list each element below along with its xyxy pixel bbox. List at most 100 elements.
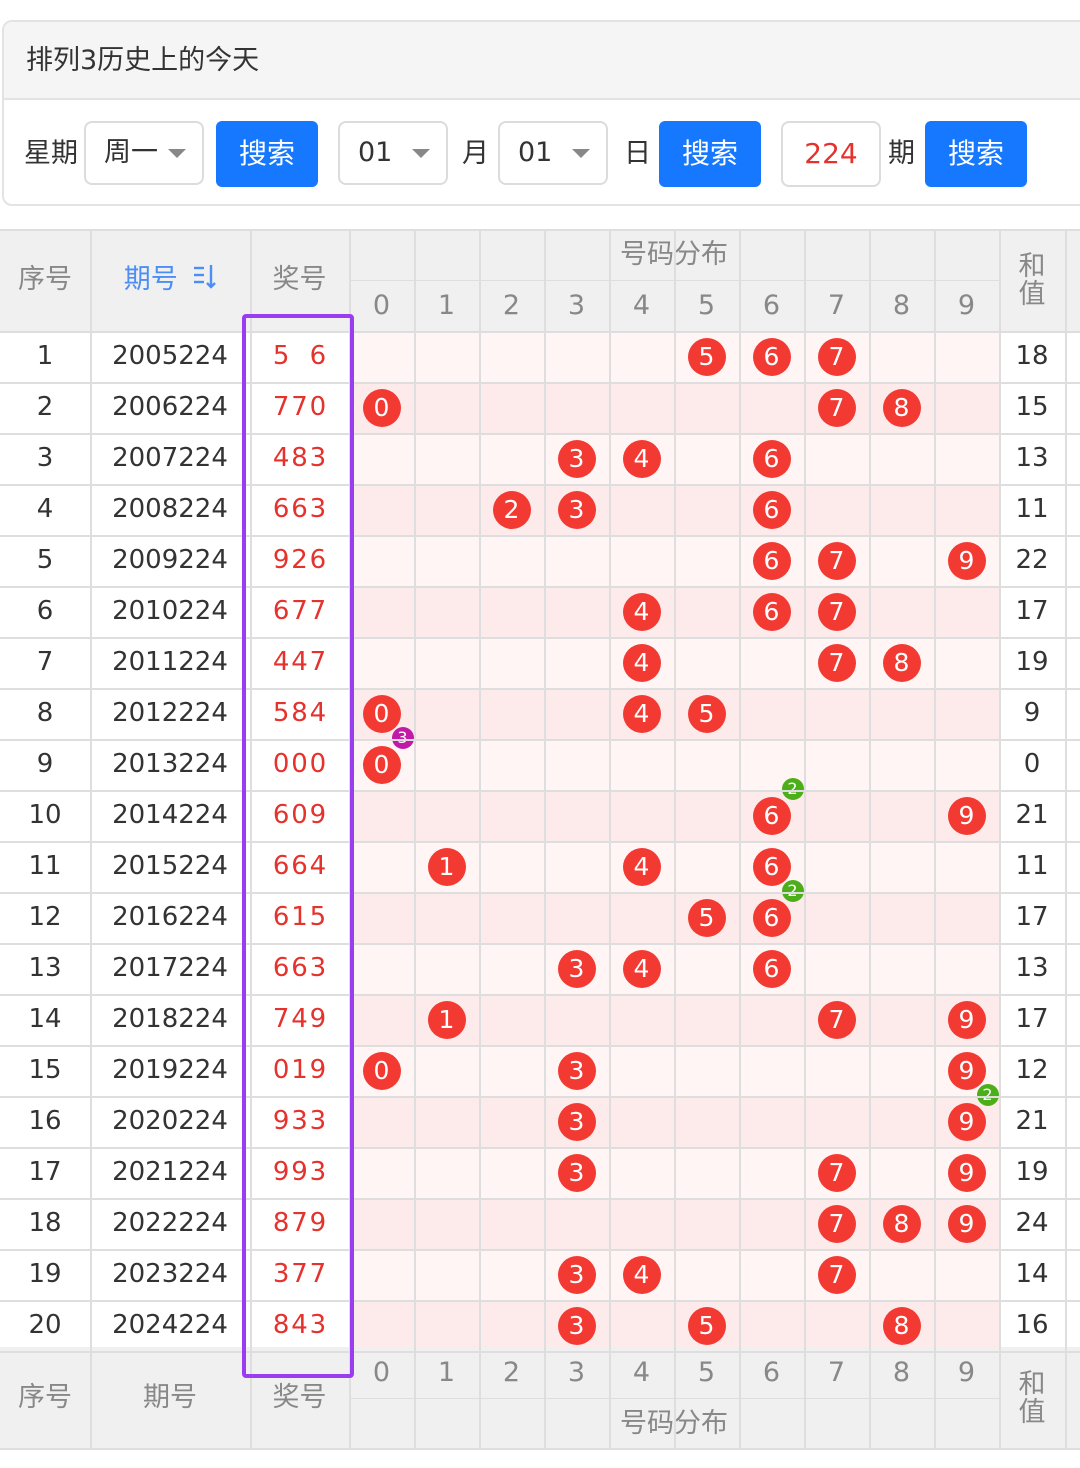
header-digit-9: 9 <box>934 280 999 331</box>
row-seq: 18 <box>28 1208 62 1238</box>
number-ball-7: 7 <box>817 388 856 427</box>
prize-column-highlight <box>242 314 354 1378</box>
header-digit-1: 1 <box>414 280 479 331</box>
table-row: 12 2016224 6 5 6 17 5 6 2 <box>0 880 1080 983</box>
row-seq: 3 <box>36 443 54 473</box>
row-seq: 5 <box>36 545 54 575</box>
column-divider <box>90 229 92 1449</box>
month-select[interactable]: 01 <box>338 121 448 185</box>
row-issue: 2021224 <box>112 1157 228 1187</box>
number-ball-6: 6 <box>752 949 791 988</box>
row-sum: 19 <box>1015 647 1049 677</box>
column-divider <box>739 229 741 1449</box>
row-divider <box>0 331 1080 333</box>
row-issue: 2022224 <box>112 1208 228 1238</box>
number-ball-7: 7 <box>817 1153 856 1192</box>
column-divider <box>934 229 936 1449</box>
number-ball-6: 6 <box>752 592 791 631</box>
header-issue-label: 期号 <box>123 264 178 295</box>
row-issue: 2009224 <box>112 545 228 575</box>
column-divider <box>609 229 611 1449</box>
header-digit-7: 7 <box>804 280 869 331</box>
repeat-count-badge: 3 <box>391 727 414 749</box>
row-seq: 17 <box>28 1157 62 1187</box>
row-seq: 13 <box>28 953 62 983</box>
header-digit-6: 6 <box>739 280 804 331</box>
number-ball-6: 6 <box>752 796 791 835</box>
header-digit-0: 0 <box>349 280 414 331</box>
weekday-search-button[interactable]: 搜索 <box>216 121 318 187</box>
row-issue: 2015224 <box>112 851 228 881</box>
issue-label: 期 <box>888 138 915 169</box>
row-divider <box>0 433 1080 435</box>
footer-digit-1: 1 <box>414 1347 479 1398</box>
number-ball-3: 3 <box>557 439 596 478</box>
number-ball-0: 0 <box>362 388 401 427</box>
row-sum: 0 <box>1023 749 1041 779</box>
number-ball-6: 6 <box>752 847 791 886</box>
footer-digit-9: 9 <box>934 1347 999 1398</box>
row-divider <box>0 586 1080 588</box>
row-issue: 2006224 <box>112 392 228 422</box>
row-issue: 2013224 <box>112 749 228 779</box>
date-search-button[interactable]: 搜索 <box>659 121 761 187</box>
row-divider <box>0 229 1080 231</box>
issue-input[interactable]: 224 <box>781 121 881 187</box>
number-ball-7: 7 <box>817 1204 856 1243</box>
number-ball-0: 0 <box>362 1051 401 1090</box>
footer-digit-8: 8 <box>869 1347 934 1398</box>
table-row: 14 2018224 7 9 1 17 1 7 9 <box>0 994 1080 1085</box>
number-ball-3: 3 <box>557 1153 596 1192</box>
footer-digit-2: 2 <box>479 1347 544 1398</box>
footer-edge <box>1065 1347 1080 1449</box>
row-divider <box>0 1448 1080 1450</box>
number-ball-3: 3 <box>557 1306 596 1345</box>
number-ball-9: 9 <box>947 1102 986 1141</box>
footer-sum: 和 值 <box>999 1347 1065 1449</box>
issue-search-button[interactable]: 搜索 <box>925 121 1027 187</box>
footer-digit-7: 7 <box>804 1347 869 1398</box>
repeat-count-badge: 2 <box>781 880 804 902</box>
row-divider <box>0 688 1080 690</box>
row-divider <box>0 739 1080 741</box>
row-seq: 14 <box>28 1004 62 1034</box>
day-label: 日 <box>624 138 651 169</box>
row-sum: 15 <box>1015 392 1049 422</box>
row-seq: 19 <box>28 1259 62 1289</box>
number-ball-8: 8 <box>882 388 921 427</box>
header-issue-sortable[interactable]: 期号 <box>90 229 250 331</box>
number-ball-4: 4 <box>622 1255 661 1294</box>
row-issue: 2010224 <box>112 596 228 626</box>
row-issue: 2017224 <box>112 953 228 983</box>
footer-sum-char-1: 和 <box>1018 1369 1046 1400</box>
footer-digit-0: 0 <box>349 1347 414 1398</box>
number-ball-4: 4 <box>622 949 661 988</box>
column-divider <box>544 229 546 1449</box>
row-sum: 16 <box>1015 1310 1049 1340</box>
row-sum: 17 <box>1015 902 1049 932</box>
column-divider <box>999 229 1001 1449</box>
row-seq: 7 <box>36 647 54 677</box>
month-value: 01 <box>358 137 393 168</box>
row-divider <box>0 994 1080 996</box>
table-row: 18 2022224 8 9 7 24 7 8 9 <box>0 1198 1080 1289</box>
row-seq: 2 <box>36 392 54 422</box>
day-select[interactable]: 01 <box>498 121 608 185</box>
row-seq: 12 <box>28 902 62 932</box>
row-seq: 9 <box>36 749 54 779</box>
header-seq: 序号 <box>0 229 90 331</box>
row-divider <box>349 1398 999 1399</box>
number-ball-9: 9 <box>947 1051 986 1090</box>
row-issue: 2018224 <box>112 1004 228 1034</box>
table-row: 5 2009224 9 6 7 22 6 7 9 <box>0 535 1080 626</box>
table-row: 16 2020224 9 3 9 21 3 9 2 <box>0 1084 1080 1187</box>
chevron-down-icon <box>572 149 590 158</box>
number-ball-5: 5 <box>687 898 726 937</box>
number-ball-3: 3 <box>557 1255 596 1294</box>
number-ball-3: 3 <box>557 949 596 988</box>
row-issue: 2023224 <box>112 1259 228 1289</box>
weekday-select[interactable]: 周一 <box>84 121 204 185</box>
row-divider <box>0 1198 1080 1200</box>
table-row: 2020242248 3 516358 <box>0 1300 1080 1391</box>
number-ball-8: 8 <box>882 1306 921 1345</box>
